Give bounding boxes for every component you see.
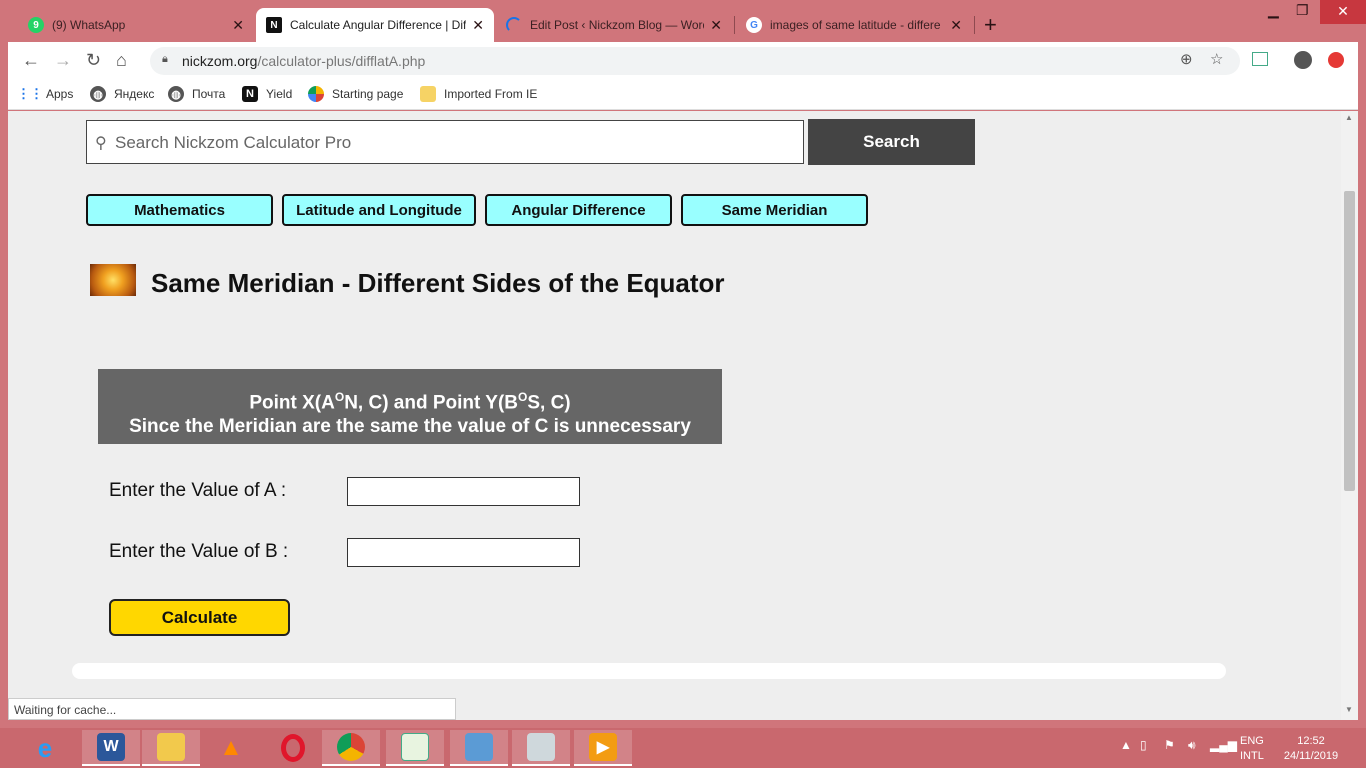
lock-icon: 🔒︎ bbox=[162, 53, 168, 65]
show-hidden-icons[interactable]: ▲ bbox=[1120, 738, 1132, 752]
zoom-icon[interactable]: ⊕ bbox=[1180, 52, 1193, 68]
google-icon: G bbox=[746, 17, 762, 33]
nav-latitude-longitude[interactable]: Latitude and Longitude bbox=[282, 194, 476, 226]
taskbar-notepad[interactable] bbox=[386, 730, 444, 766]
status-bubble: Waiting for cache... bbox=[8, 698, 456, 720]
nav-same-meridian[interactable]: Same Meridian bbox=[681, 194, 868, 226]
taskbar-vlc[interactable]: ▲ bbox=[202, 730, 260, 766]
network-icon[interactable]: ⚑ bbox=[1164, 738, 1175, 752]
word-icon: W bbox=[97, 733, 125, 761]
taskbar-opera[interactable] bbox=[264, 730, 322, 766]
content-divider bbox=[72, 663, 1226, 679]
notion-icon: N bbox=[242, 86, 258, 102]
control-panel-icon bbox=[465, 733, 493, 761]
opera-icon bbox=[281, 734, 305, 762]
reload-icon[interactable]: ↻ bbox=[86, 50, 101, 70]
windows-taskbar: e W ▲ ▶ ▲ ▯ ⚑ 🔊︎ ▂▄▆ ENG INTL 12:52 24/1… bbox=[0, 728, 1366, 768]
update-alert-icon[interactable] bbox=[1328, 52, 1344, 68]
scroll-up-icon[interactable]: ▲ bbox=[1345, 113, 1353, 122]
tab-google-images[interactable]: G images of same latitude - differe ✕ bbox=[736, 8, 972, 42]
power-icon[interactable]: ▯ bbox=[1140, 738, 1147, 752]
taskbar-media-player[interactable]: ▶ bbox=[574, 730, 632, 766]
bookmark-yield[interactable]: N Yield bbox=[242, 86, 292, 102]
value-a-label: Enter the Value of A : bbox=[109, 480, 287, 501]
extension-icon[interactable] bbox=[1252, 52, 1268, 66]
tab-whatsapp[interactable]: 9 (9) WhatsApp ✕ bbox=[18, 8, 254, 42]
sunset-image bbox=[90, 264, 136, 296]
back-arrow-icon[interactable]: ← bbox=[22, 50, 40, 70]
internet-explorer-icon: e bbox=[37, 732, 53, 763]
whatsapp-icon: 9 bbox=[28, 17, 44, 33]
formula-banner: Point X(AON, C) and Point Y(BOS, C) Sinc… bbox=[98, 369, 722, 444]
search-input[interactable]: ⚲ Search Nickzom Calculator Pro bbox=[86, 120, 804, 164]
bookmark-apps[interactable]: ⋮⋮ Apps bbox=[17, 86, 73, 102]
bookmark-yandex[interactable]: ◍ Яндекс bbox=[90, 86, 154, 102]
taskbar-file-explorer[interactable] bbox=[142, 730, 200, 766]
window-close-button[interactable]: ✕ bbox=[1320, 0, 1366, 24]
apps-grid-icon: ⋮⋮ bbox=[17, 86, 43, 101]
nav-angular-difference[interactable]: Angular Difference bbox=[485, 194, 672, 226]
close-tab-icon[interactable]: ✕ bbox=[472, 17, 484, 34]
calculator-icon bbox=[527, 733, 555, 761]
taskbar-chrome[interactable] bbox=[322, 730, 380, 766]
url-text: nickzom.org/calculator-plus/difflatA.php bbox=[182, 53, 426, 69]
forward-arrow-icon[interactable]: → bbox=[54, 50, 72, 70]
bookmark-starting-page[interactable]: Starting page bbox=[308, 86, 403, 102]
folder-icon bbox=[420, 86, 436, 102]
bookmarks-bar: ⋮⋮ Apps ◍ Яндекс ◍ Почта N Yield Startin… bbox=[8, 80, 1358, 110]
tab-edit-post[interactable]: Edit Post ‹ Nickzom Blog — Word ✕ bbox=[496, 8, 732, 42]
page-title: Same Meridian - Different Sides of the E… bbox=[151, 268, 725, 298]
language-indicator[interactable]: ENG INTL bbox=[1240, 734, 1264, 764]
search-button[interactable]: Search bbox=[808, 119, 975, 165]
taskbar-word[interactable]: W bbox=[82, 730, 140, 766]
bookmark-star-icon[interactable]: ☆ bbox=[1210, 52, 1223, 68]
starting-page-icon bbox=[308, 86, 324, 102]
profile-avatar-icon[interactable] bbox=[1294, 51, 1312, 69]
address-bar[interactable]: 🔒︎ nickzom.org/calculator-plus/difflatA.… bbox=[150, 47, 1240, 75]
scrollbar-thumb[interactable] bbox=[1344, 191, 1355, 491]
close-tab-icon[interactable]: ✕ bbox=[950, 17, 962, 34]
home-icon[interactable]: ⌂ bbox=[116, 50, 127, 70]
minimize-button[interactable]: ▁ bbox=[1268, 2, 1279, 19]
close-tab-icon[interactable]: ✕ bbox=[232, 17, 244, 34]
scroll-down-icon[interactable]: ▼ bbox=[1345, 705, 1353, 714]
value-b-label: Enter the Value of B : bbox=[109, 541, 289, 562]
page-content: ⚲ Search Nickzom Calculator Pro Search M… bbox=[8, 111, 1358, 720]
volume-icon[interactable]: 🔊︎ bbox=[1188, 738, 1196, 753]
banner-line-1: Point X(AON, C) and Point Y(BOS, C) bbox=[249, 390, 571, 414]
nickzom-icon: N bbox=[266, 17, 282, 33]
signal-icon[interactable]: ▂▄▆ bbox=[1210, 738, 1237, 752]
nav-mathematics[interactable]: Mathematics bbox=[86, 194, 273, 226]
close-tab-icon[interactable]: ✕ bbox=[710, 17, 722, 34]
vlc-icon: ▲ bbox=[219, 734, 243, 761]
notepad-icon bbox=[401, 733, 429, 761]
bookmark-pochta[interactable]: ◍ Почта bbox=[168, 86, 225, 102]
maximize-button[interactable]: ❐ bbox=[1296, 2, 1309, 19]
calculate-button[interactable]: Calculate bbox=[109, 599, 290, 636]
vertical-scrollbar[interactable]: ▲ ▼ bbox=[1341, 111, 1358, 720]
media-player-icon: ▶ bbox=[589, 733, 617, 761]
value-a-input[interactable] bbox=[347, 477, 580, 506]
globe-icon: ◍ bbox=[90, 86, 106, 102]
new-tab-button[interactable]: + bbox=[984, 14, 997, 36]
system-clock[interactable]: 12:52 24/11/2019 bbox=[1278, 734, 1344, 764]
banner-line-2: Since the Meridian are the same the valu… bbox=[129, 416, 691, 438]
folder-icon bbox=[157, 733, 185, 761]
bookmark-imported-from-ie[interactable]: Imported From IE bbox=[420, 86, 537, 102]
globe-icon: ◍ bbox=[168, 86, 184, 102]
tab-angular-difference[interactable]: N Calculate Angular Difference | Dif ✕ bbox=[256, 8, 494, 42]
loading-icon bbox=[506, 17, 522, 33]
value-b-input[interactable] bbox=[347, 538, 580, 567]
tab-strip: 9 (9) WhatsApp ✕ N Calculate Angular Dif… bbox=[0, 0, 1366, 42]
search-icon: ⚲ bbox=[95, 135, 107, 152]
taskbar-ie[interactable]: e bbox=[16, 730, 74, 766]
tab-separator bbox=[734, 16, 735, 34]
taskbar-calculator[interactable] bbox=[512, 730, 570, 766]
taskbar-control-panel[interactable] bbox=[450, 730, 508, 766]
browser-toolbar: ← → ↻ ⌂ 🔒︎ nickzom.org/calculator-plus/d… bbox=[8, 42, 1358, 80]
chrome-icon bbox=[337, 733, 365, 761]
tab-separator bbox=[974, 16, 975, 34]
